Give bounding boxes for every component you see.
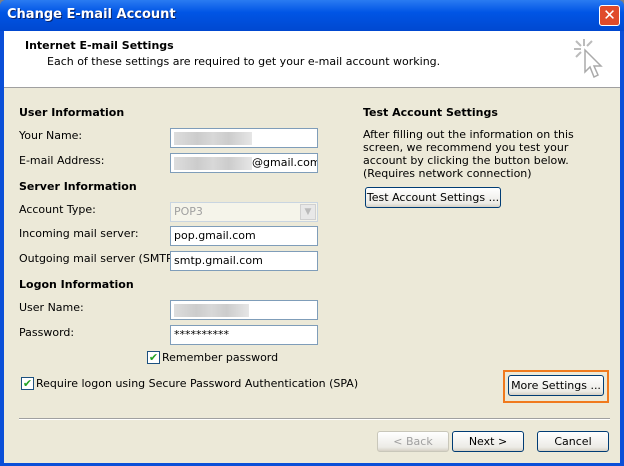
- header-panel: Internet E-mail Settings Each of these s…: [4, 31, 620, 88]
- user-info-heading: User Information: [19, 106, 125, 119]
- window-title: Change E-mail Account: [7, 7, 176, 22]
- email-label: E-mail Address:: [19, 154, 105, 167]
- test-settings-description: After filling out the information on thi…: [363, 128, 574, 180]
- dialog-body: Internet E-mail Settings Each of these s…: [4, 31, 620, 463]
- dialog-window: Change E-mail Account ✕ Internet E-mail …: [0, 0, 624, 466]
- email-input[interactable]: @gmail.com: [170, 153, 318, 173]
- username-label: User Name:: [19, 301, 84, 314]
- cursor-click-icon: [574, 39, 603, 79]
- close-icon[interactable]: ✕: [599, 5, 620, 26]
- outgoing-server-label: Outgoing mail server (SMTP):: [19, 252, 181, 265]
- password-label: Password:: [19, 326, 75, 339]
- password-input[interactable]: **********: [170, 325, 318, 345]
- your-name-input[interactable]: [170, 128, 318, 148]
- next-button[interactable]: Next >: [452, 431, 524, 452]
- server-info-heading: Server Information: [19, 180, 137, 193]
- divider: [19, 418, 610, 420]
- chevron-down-icon: ▼: [300, 204, 316, 220]
- title-bar[interactable]: Change E-mail Account ✕: [0, 0, 624, 31]
- test-settings-heading: Test Account Settings: [363, 106, 498, 119]
- remember-password-checkbox[interactable]: ✔: [147, 351, 160, 364]
- logon-info-heading: Logon Information: [19, 278, 134, 291]
- spa-checkbox[interactable]: ✔: [21, 377, 34, 390]
- remember-password-label[interactable]: Remember password: [162, 351, 278, 364]
- test-account-settings-button[interactable]: Test Account Settings ...: [365, 187, 501, 208]
- account-type-value: POP3: [174, 205, 203, 218]
- your-name-label: Your Name:: [19, 129, 83, 142]
- account-type-label: Account Type:: [19, 203, 96, 216]
- incoming-server-input[interactable]: pop.gmail.com: [170, 226, 318, 246]
- cancel-button[interactable]: Cancel: [537, 431, 609, 452]
- more-settings-button[interactable]: More Settings ...: [508, 375, 604, 396]
- spa-label[interactable]: Require logon using Secure Password Auth…: [36, 377, 358, 390]
- email-value: @gmail.com: [252, 156, 318, 169]
- username-input[interactable]: [170, 300, 318, 320]
- incoming-server-label: Incoming mail server:: [19, 227, 139, 240]
- account-type-select[interactable]: POP3 ▼: [170, 202, 318, 222]
- header-subtitle: Each of these settings are required to g…: [47, 55, 441, 68]
- back-button[interactable]: < Back: [377, 431, 449, 452]
- outgoing-server-input[interactable]: smtp.gmail.com: [170, 251, 318, 271]
- header-title: Internet E-mail Settings: [25, 39, 174, 52]
